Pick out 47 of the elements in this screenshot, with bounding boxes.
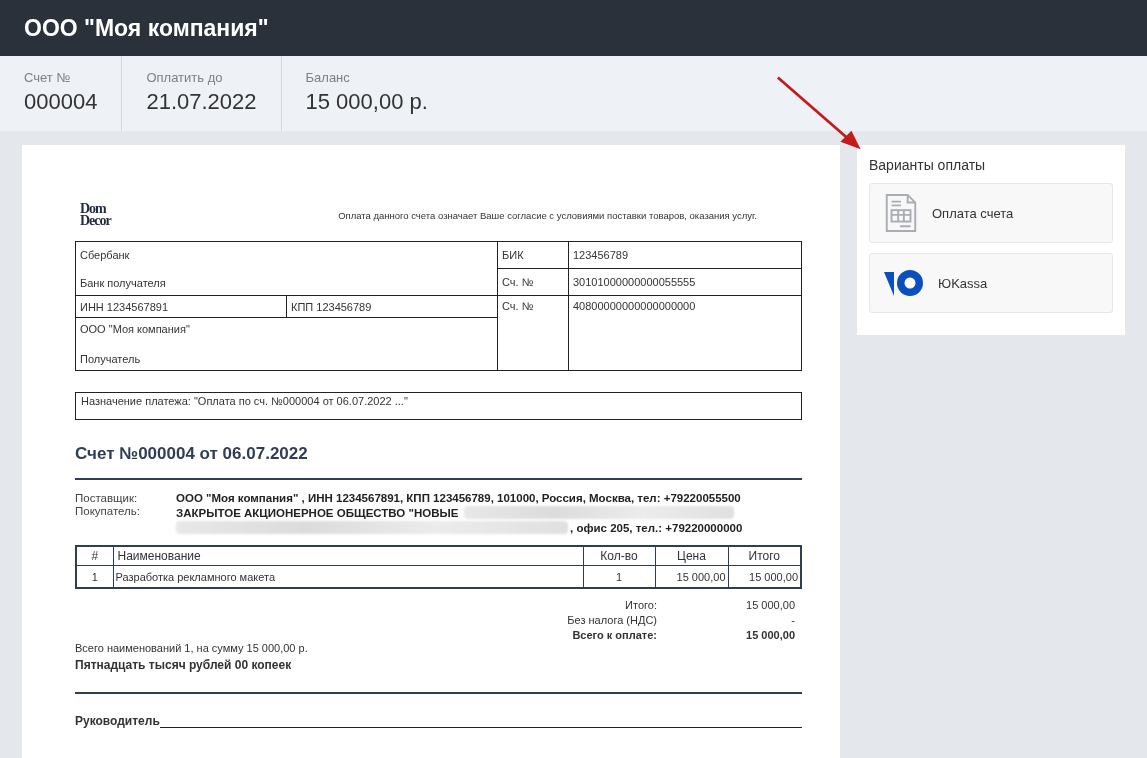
total-label: Итого: bbox=[624, 599, 657, 611]
summary-value: 000004 bbox=[24, 89, 98, 115]
total-label: Всего к оплате: bbox=[571, 629, 657, 641]
summary-value: 21.07.2022 bbox=[146, 89, 257, 115]
document-icon bbox=[884, 194, 918, 232]
summary-text: Всего наименований 1, на сумму 15 000,00 р. bbox=[75, 642, 309, 654]
party-label: Поставщик: bbox=[75, 492, 139, 504]
summary-label: Счет № bbox=[24, 70, 72, 85]
total-label: Без налога (НДС) bbox=[566, 614, 657, 626]
summary-value: 15 000,00 р. bbox=[305, 89, 428, 115]
account-value: 30101000000000055555 bbox=[573, 276, 696, 288]
bank-caption: Банк получателя bbox=[80, 276, 167, 289]
buyer-details: ЗАКРЫТОЕ АКЦИОНЕРНОЕ ОБЩЕСТВО "НОВЫЕ bbox=[176, 506, 459, 519]
total-value: - bbox=[790, 614, 795, 626]
notice-text: Оплата данного счета означает Ваше согласие с условиями поставки товаров, оказания услуг. bbox=[338, 209, 757, 221]
total-value: 15 000,00 bbox=[745, 629, 795, 641]
column-header: Кол-во bbox=[583, 546, 655, 566]
payment-option[interactable]: Оплата счета bbox=[869, 183, 1113, 243]
bik-label: БИК bbox=[502, 249, 524, 261]
account-value: 40800000000000000000 bbox=[573, 300, 696, 312]
recipient-caption: Получатель bbox=[80, 353, 142, 365]
payment-option[interactable]: ЮKassa bbox=[869, 253, 1113, 313]
amount-in-words: Пятнадцать тысяч рублей 00 копеек bbox=[75, 658, 293, 672]
summary-label: Оплатить до bbox=[146, 70, 224, 85]
logo: Dom Decor bbox=[80, 203, 111, 227]
account-label: Сч. № bbox=[502, 300, 534, 312]
summary-label: Баланс bbox=[305, 70, 351, 85]
bik-value: 123456789 bbox=[573, 249, 629, 261]
recipient-name: ООО "Моя компания" bbox=[80, 323, 191, 335]
panel-title: Варианты оплаты bbox=[869, 157, 987, 173]
payment-purpose: Назначение платежа: "Оплата по сч. №000004 от 06.07.2022 ..." bbox=[75, 392, 802, 420]
buyer-details: , офис 205, тел.: +79220000000 bbox=[570, 521, 743, 534]
table-cell: Разработка рекламного макета bbox=[113, 565, 583, 588]
company-title: ООО "Моя компания" bbox=[24, 14, 269, 42]
column-header: Наименование bbox=[113, 546, 583, 566]
party-label: Покупатель: bbox=[75, 505, 141, 519]
total-value: 15 000,00 bbox=[745, 599, 795, 611]
supplier-details: ООО "Моя компания" , ИНН 1234567891, КПП 123456789, 101000, Россия, Москва, тел: +79220055500 bbox=[176, 492, 742, 504]
account-label: Сч. № bbox=[502, 276, 534, 288]
kpp-text: КПП 123456789 bbox=[291, 300, 372, 313]
bank-name: Сбербанк bbox=[80, 248, 131, 261]
column-header: Цена bbox=[655, 546, 728, 566]
inn-text: ИНН 1234567891 bbox=[80, 300, 169, 313]
column-header: # bbox=[76, 546, 113, 566]
signature-label: Руководитель bbox=[75, 714, 160, 728]
yookassa-logo-icon bbox=[884, 268, 924, 298]
invoice-title: Счет №000004 от 06.07.2022 bbox=[75, 444, 802, 480]
